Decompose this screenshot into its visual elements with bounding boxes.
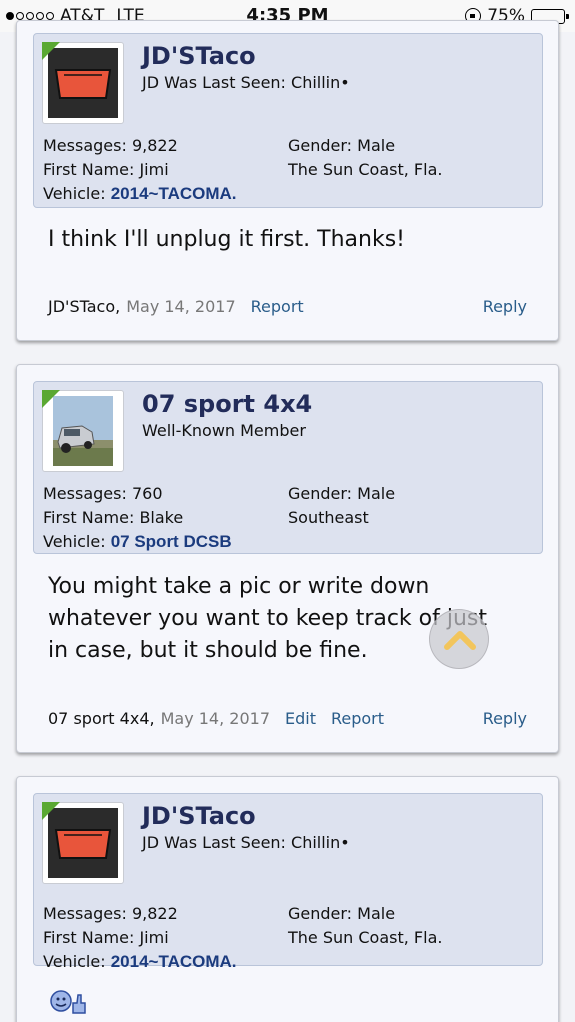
gender-label: Gender: — [288, 136, 353, 155]
firstname-stat: First Name: Jimi — [43, 160, 169, 179]
avatar[interactable] — [42, 390, 124, 472]
user-title: Well-Known Member — [142, 421, 306, 440]
report-link[interactable]: Report — [251, 297, 304, 316]
vehicle-label: Vehicle: — [43, 952, 106, 971]
firstname-value: Blake — [139, 508, 184, 527]
firstname-label: First Name: — [43, 928, 135, 947]
gender-value: Male — [357, 484, 396, 503]
report-link[interactable]: Report — [331, 709, 384, 728]
post-body: I think I'll unplug it first. Thanks! — [48, 227, 405, 252]
messages-label: Messages: — [43, 484, 127, 503]
location: The Sun Coast, Fla. — [288, 160, 443, 179]
post-author[interactable]: 07 sport 4x4, — [48, 709, 155, 728]
scroll-to-top-button[interactable] — [429, 609, 489, 669]
avatar[interactable] — [42, 802, 124, 884]
post-footer: JD'STaco, May 14, 2017 Report Reply — [48, 297, 527, 316]
reply-link[interactable]: Reply — [483, 709, 527, 728]
vehicle-stat: Vehicle: 07 Sport DCSB — [43, 532, 232, 552]
post-1: JD'STaco JD Was Last Seen: Chillin• Mess… — [16, 20, 559, 341]
thumbs-up-smiley-icon — [50, 990, 86, 1014]
user-info-block: JD'STaco JD Was Last Seen: Chillin• Mess… — [33, 793, 543, 971]
post-date[interactable]: May 14, 2017 — [126, 297, 235, 316]
messages-stat: Messages: 760 — [43, 484, 163, 503]
location: Southeast — [288, 508, 369, 527]
gender-value: Male — [357, 136, 396, 155]
gender-label: Gender: — [288, 484, 353, 503]
firstname-label: First Name: — [43, 160, 135, 179]
vehicle-value[interactable]: 2014~TACOMA. — [111, 184, 237, 203]
chevron-up-icon — [444, 631, 476, 650]
vehicle-label: Vehicle: — [43, 184, 106, 203]
username[interactable]: JD'STaco — [142, 802, 256, 830]
messages-value: 9,822 — [131, 904, 178, 923]
messages-label: Messages: — [43, 904, 127, 923]
reply-link[interactable]: Reply — [483, 297, 527, 316]
firstname-value: Jimi — [139, 160, 169, 179]
vehicle-value[interactable]: 07 Sport DCSB — [111, 532, 232, 551]
online-indicator-icon — [42, 802, 60, 820]
messages-value: 9,822 — [131, 136, 178, 155]
gender-stat: Gender: Male — [288, 904, 395, 923]
messages-label: Messages: — [43, 136, 127, 155]
vehicle-value[interactable]: 2014~TACOMA. — [111, 952, 237, 971]
messages-stat: Messages: 9,822 — [43, 904, 178, 923]
gender-value: Male — [357, 904, 396, 923]
firstname-label: First Name: — [43, 508, 135, 527]
username[interactable]: JD'STaco — [142, 42, 256, 70]
gender-stat: Gender: Male — [288, 136, 395, 155]
post-author[interactable]: JD'STaco, — [48, 297, 120, 316]
gender-label: Gender: — [288, 904, 353, 923]
avatar[interactable] — [42, 42, 124, 124]
post-3: JD'STaco JD Was Last Seen: Chillin• Mess… — [16, 776, 559, 1022]
messages-value: 760 — [131, 484, 163, 503]
online-indicator-icon — [42, 42, 60, 60]
edit-link[interactable]: Edit — [285, 709, 316, 728]
user-title: JD Was Last Seen: Chillin• — [142, 833, 350, 852]
vehicle-stat: Vehicle: 2014~TACOMA. — [43, 184, 237, 204]
username[interactable]: 07 sport 4x4 — [142, 390, 312, 418]
vehicle-stat: Vehicle: 2014~TACOMA. — [43, 952, 237, 972]
user-title: JD Was Last Seen: Chillin• — [142, 73, 350, 92]
firstname-value: Jimi — [139, 928, 169, 947]
user-info-block: 07 sport 4x4 Well-Known Member Messages:… — [33, 381, 543, 554]
post-footer: 07 sport 4x4, May 14, 2017 Edit Report R… — [48, 709, 527, 728]
location: The Sun Coast, Fla. — [288, 928, 443, 947]
firstname-stat: First Name: Blake — [43, 508, 183, 527]
firstname-stat: First Name: Jimi — [43, 928, 169, 947]
messages-stat: Messages: 9,822 — [43, 136, 178, 155]
online-indicator-icon — [42, 390, 60, 408]
user-info-block: JD'STaco JD Was Last Seen: Chillin• Mess… — [33, 33, 543, 208]
vehicle-label: Vehicle: — [43, 532, 106, 551]
post-body-line: You might take a pic or write down — [48, 574, 430, 599]
gender-stat: Gender: Male — [288, 484, 395, 503]
post-2: 07 sport 4x4 Well-Known Member Messages:… — [16, 364, 559, 753]
post-date[interactable]: May 14, 2017 — [161, 709, 270, 728]
